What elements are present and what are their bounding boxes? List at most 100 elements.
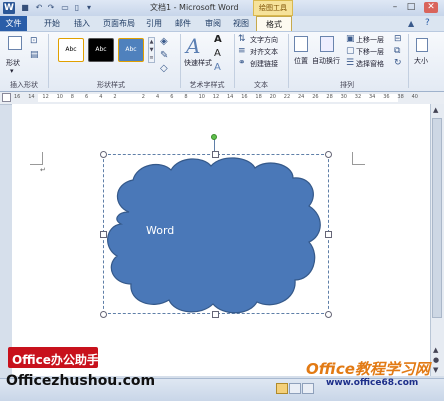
margin-corner-mark	[352, 152, 365, 165]
quick-styles-icon[interactable]: A	[186, 34, 200, 58]
shape-style-preset-3[interactable]: Abc	[118, 38, 144, 62]
resize-handle-right[interactable]	[325, 231, 332, 238]
align-text-button[interactable]: 对齐文本	[250, 47, 278, 57]
create-link-button[interactable]: 创建链接	[250, 59, 278, 69]
close-icon[interactable]: ✕	[424, 2, 438, 13]
text-group-label: 文本	[254, 81, 268, 89]
ruler-number: 10	[198, 94, 205, 100]
resize-handle-bottom-left[interactable]	[100, 311, 107, 318]
text-outline-icon[interactable]: A	[214, 48, 221, 59]
ruler-number: 20	[269, 94, 276, 100]
group-divider	[288, 34, 289, 88]
size-icon[interactable]	[416, 38, 428, 52]
customize-quick-access-icon[interactable]: ▾	[84, 3, 94, 13]
tab-file[interactable]: 文件	[0, 16, 27, 31]
minimize-ribbon-icon[interactable]: ▲	[408, 19, 414, 28]
group-divider	[48, 34, 49, 88]
arrange-group-label: 排列	[340, 81, 354, 89]
resize-handle-bottom[interactable]	[212, 311, 219, 318]
edit-shape-icon[interactable]: ⊡	[30, 36, 38, 46]
watermark-site-right-title: Office教程学习网	[306, 360, 430, 378]
ruler-number: 12	[212, 94, 220, 100]
ruler-number: 30	[340, 94, 347, 100]
ruler-number: 24	[298, 94, 305, 100]
align-text-icon[interactable]: ≡	[238, 46, 246, 56]
shape-outline-icon[interactable]: ✎	[160, 50, 168, 61]
shape-fill-icon[interactable]: ◈	[160, 36, 168, 47]
prev-page-icon[interactable]: ▲	[433, 346, 438, 354]
select-browse-object-icon[interactable]: ●	[433, 356, 439, 364]
bring-forward-icon[interactable]: ▣	[346, 34, 355, 44]
bring-forward-button[interactable]: 上移一层	[356, 35, 384, 45]
selection-pane-button[interactable]: 选择窗格	[356, 59, 384, 69]
paragraph-mark-icon: ↵	[40, 166, 46, 174]
text-effects-icon[interactable]: A	[214, 62, 221, 73]
help-icon[interactable]: ?	[425, 18, 430, 28]
scroll-up-icon[interactable]: ▲	[433, 106, 438, 114]
scrollbar-thumb[interactable]	[432, 118, 442, 318]
undo-icon[interactable]: ↶	[34, 3, 44, 13]
tab-review[interactable]: 审阅	[202, 16, 224, 31]
rotation-handle[interactable]	[211, 134, 217, 140]
size-button[interactable]: 大小	[414, 56, 428, 66]
resize-handle-left[interactable]	[100, 231, 107, 238]
word-app-icon[interactable]: W	[3, 2, 15, 14]
redo-icon[interactable]: ↷	[46, 3, 56, 13]
save-icon[interactable]: ■	[20, 3, 30, 13]
position-button[interactable]: 位置	[294, 56, 308, 66]
print-layout-view-icon[interactable]	[276, 383, 288, 394]
shape-style-preset-1[interactable]: Abc	[58, 38, 84, 62]
tab-page-layout[interactable]: 页面布局	[100, 16, 138, 31]
text-direction-icon[interactable]: ⇅	[238, 34, 246, 44]
selection-pane-icon[interactable]: ☰	[346, 58, 354, 68]
tab-format[interactable]: 格式	[256, 16, 292, 31]
new-icon[interactable]: ▯	[72, 3, 82, 13]
text-direction-button[interactable]: 文字方向	[250, 35, 278, 45]
position-icon[interactable]	[294, 36, 308, 52]
ruler-number: 14	[28, 94, 35, 100]
full-screen-view-icon[interactable]	[289, 383, 301, 394]
group-icon[interactable]: ⧉	[394, 46, 400, 56]
resize-handle-top[interactable]	[212, 151, 219, 158]
create-link-icon[interactable]: ⚭	[238, 58, 246, 68]
tab-mailings[interactable]: 邮件	[172, 16, 194, 31]
shape-styles-scroll-icon[interactable]: ▲ ▼ ≡	[148, 37, 155, 63]
resize-handle-top-left[interactable]	[100, 151, 107, 158]
send-backward-icon[interactable]: ▢	[346, 46, 355, 56]
draw-textbox-icon[interactable]: ▤	[30, 50, 39, 60]
open-icon[interactable]: ▭	[60, 3, 70, 13]
shape-style-preset-2[interactable]: Abc	[88, 38, 114, 62]
maximize-icon[interactable]: □	[404, 2, 418, 13]
tab-home[interactable]: 开始	[40, 16, 64, 31]
tab-view[interactable]: 视图	[230, 16, 252, 31]
next-page-icon[interactable]: ▼	[433, 366, 438, 374]
margin-corner-mark	[30, 152, 43, 165]
ruler-number: 16	[241, 94, 248, 100]
wrap-text-button[interactable]: 自动换行	[312, 56, 340, 66]
cloud-shape[interactable]	[103, 154, 329, 314]
resize-handle-bottom-right[interactable]	[325, 311, 332, 318]
send-backward-button[interactable]: 下移一层	[356, 47, 384, 57]
group-divider	[180, 34, 181, 88]
shapes-icon[interactable]	[8, 36, 22, 50]
shape-effects-icon[interactable]: ◇	[160, 63, 168, 74]
ruler-number: 4	[156, 94, 160, 100]
ruler-number: 2	[141, 94, 145, 100]
chevron-down-icon[interactable]: ▾	[10, 67, 14, 75]
ruler-number: 4	[99, 94, 103, 100]
rotate-icon[interactable]: ↻	[394, 58, 402, 68]
wrap-text-icon[interactable]	[320, 36, 334, 52]
tab-references[interactable]: 引用	[144, 16, 164, 31]
tab-insert[interactable]: 插入	[70, 16, 94, 31]
align-icon[interactable]: ⊟	[394, 34, 402, 44]
insert-shape-group-label: 插入形状	[10, 81, 38, 89]
quick-styles-label[interactable]: 快速样式	[184, 58, 212, 68]
text-fill-icon[interactable]: A	[214, 34, 222, 45]
minimize-icon[interactable]: –	[388, 2, 402, 13]
tab-selector-icon[interactable]	[2, 93, 11, 102]
group-divider	[234, 34, 235, 88]
cloud-text[interactable]: Word	[146, 224, 174, 237]
ruler-number: 8	[184, 94, 188, 100]
web-layout-view-icon[interactable]	[302, 383, 314, 394]
resize-handle-top-right[interactable]	[325, 151, 332, 158]
